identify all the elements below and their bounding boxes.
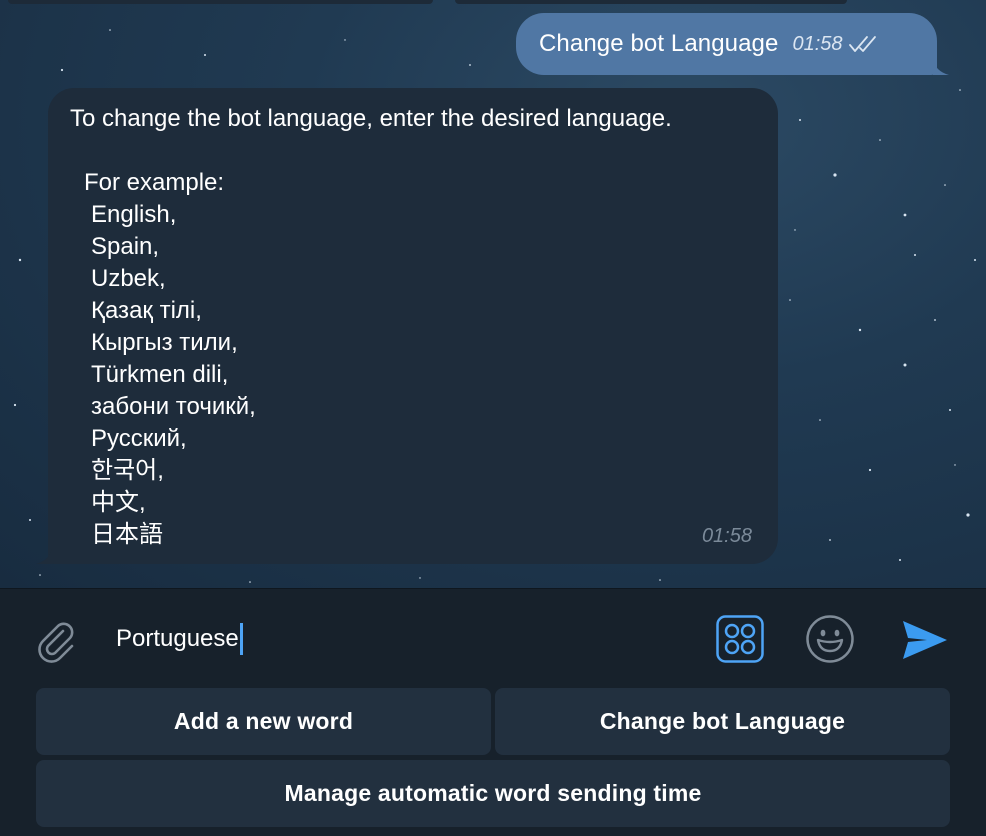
chat-area[interactable]: Change bot Language 01:58 To change the …	[0, 0, 986, 588]
language-item: 日本語	[91, 521, 163, 548]
bubble-tail	[933, 59, 949, 75]
outgoing-message-time: 01:58	[792, 32, 843, 55]
language-item: Кыргыз тили,	[91, 329, 238, 356]
bot-commands-button[interactable]	[714, 613, 766, 665]
incoming-message-time: 01:58	[701, 525, 752, 547]
manage-word-sending-time-button[interactable]: Manage automatic word sending time	[36, 760, 950, 827]
reply-keyboard: Add a new word Change bot Language Manag…	[0, 688, 986, 836]
language-item: Uzbek,	[91, 265, 166, 292]
language-item: забони точикй,	[91, 393, 256, 420]
language-item: Қазақ тілі,	[91, 297, 202, 324]
outgoing-message-text: Change bot Language	[539, 30, 779, 57]
language-list: English, Spain, Uzbek, Қазақ тілі, Кыргы…	[70, 199, 756, 551]
message-intro: To change the bot language, enter the de…	[70, 105, 672, 132]
previous-message-edge	[8, 0, 433, 4]
change-bot-language-button[interactable]: Change bot Language	[495, 688, 950, 755]
bubble-tail	[36, 548, 52, 564]
language-item: 한국어,	[91, 457, 164, 484]
send-button[interactable]	[900, 615, 950, 665]
outgoing-message[interactable]: Change bot Language 01:58	[516, 13, 949, 75]
message-input-text: Portuguese	[116, 625, 239, 652]
smiley-icon	[806, 615, 854, 663]
send-icon	[903, 621, 947, 659]
language-item: 中文,	[91, 489, 146, 516]
double-check-icon	[848, 36, 876, 52]
add-new-word-button[interactable]: Add a new word	[36, 688, 491, 755]
emoji-button[interactable]	[804, 613, 856, 665]
language-item: Türkmen dili,	[91, 361, 229, 388]
language-item: English,	[91, 201, 177, 228]
outgoing-message-meta: 01:58	[792, 33, 878, 56]
language-item: Русский,	[91, 425, 187, 452]
previous-message-edge	[455, 0, 847, 4]
language-item: Spain,	[91, 233, 160, 260]
text-caret	[239, 623, 243, 655]
attach-button[interactable]	[30, 615, 82, 667]
incoming-message[interactable]: To change the bot language, enter the de…	[36, 88, 778, 564]
bot-commands-icon	[716, 615, 764, 663]
message-input[interactable]: Portuguese	[116, 619, 243, 659]
paperclip-icon	[38, 622, 74, 663]
example-heading: For example:	[84, 169, 225, 196]
message-composer: Portuguese	[0, 588, 986, 688]
